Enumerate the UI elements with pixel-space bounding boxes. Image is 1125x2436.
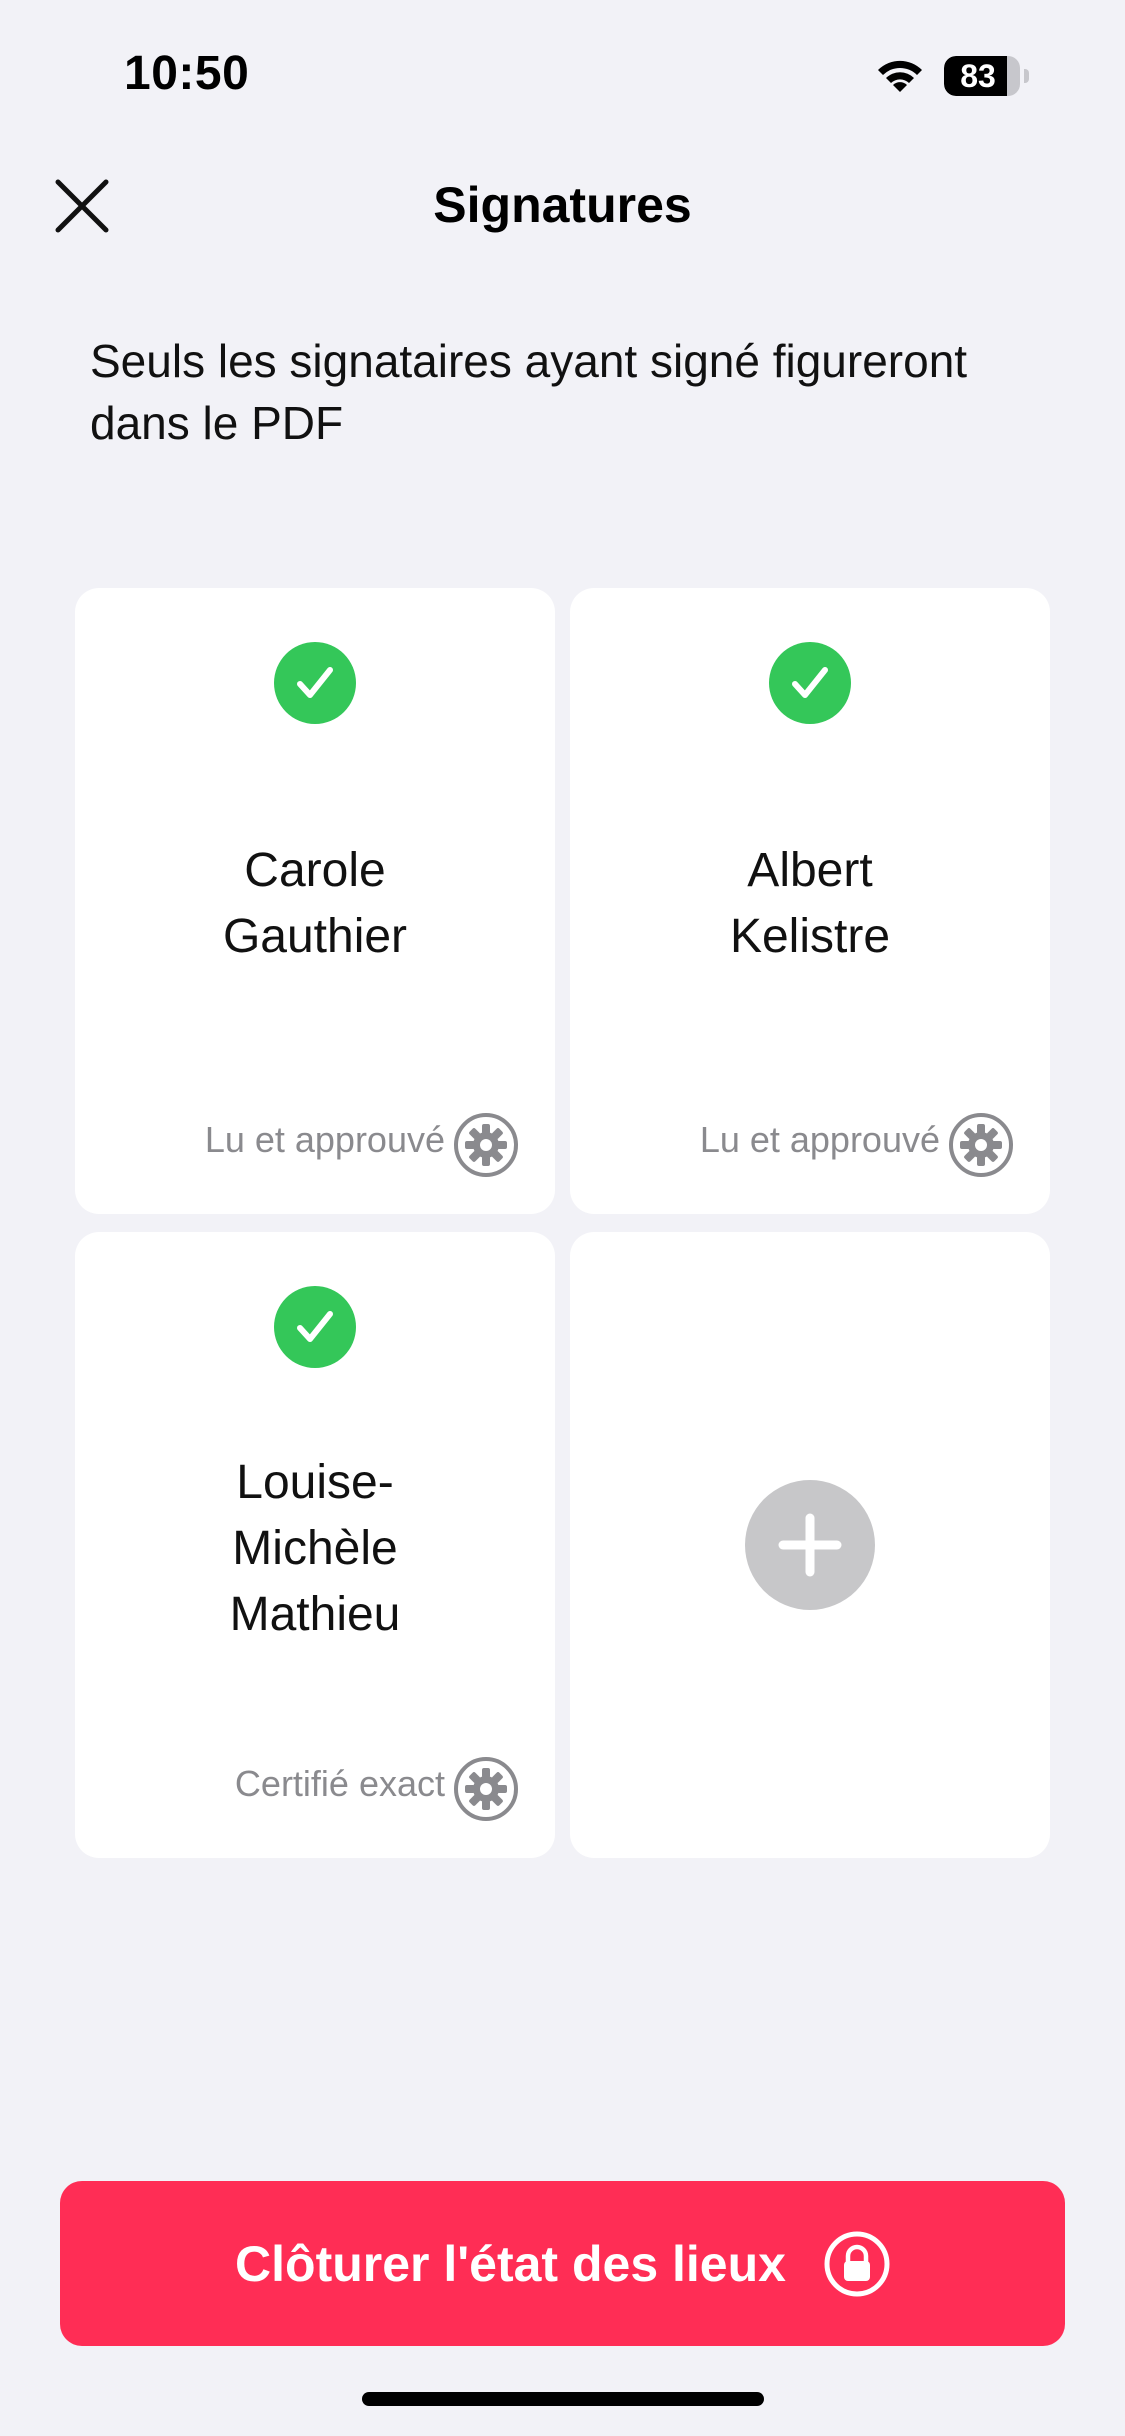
- signer-mention: Lu et approuvé: [699, 1119, 940, 1160]
- status-time: 10:50: [124, 47, 250, 100]
- gear-icon: [949, 1113, 1013, 1177]
- info-text: Seuls les signataires ayant signé figure…: [90, 335, 968, 449]
- battery-cap: [1024, 69, 1029, 83]
- close-report-label: Clôturer l'état des lieux: [235, 2235, 786, 2292]
- wifi-icon: [878, 60, 922, 92]
- add-signer-card[interactable]: [570, 1232, 1050, 1858]
- battery-indicator: 83: [944, 56, 1029, 96]
- signer-name: Albert Kelistre: [729, 844, 891, 963]
- close-report-button[interactable]: Clôturer l'état des lieux: [60, 2181, 1065, 2346]
- battery-body: 83: [944, 56, 1020, 96]
- signer-name: Carole Gauthier: [222, 844, 408, 963]
- check-icon: [274, 642, 356, 724]
- signer-name: Louise- Michèle Mathieu: [229, 1456, 401, 1641]
- signer-mention: Certifié exact: [234, 1763, 445, 1804]
- status-bar: 10:50 83: [0, 0, 1125, 150]
- gear-icon: [454, 1757, 518, 1821]
- signer-card[interactable]: Carole Gauthier Lu et approuvé: [75, 588, 555, 1214]
- plus-icon: [778, 1513, 842, 1577]
- home-indicator: [362, 2392, 764, 2406]
- add-signer-button[interactable]: [745, 1480, 875, 1610]
- signer-settings-button[interactable]: [453, 1112, 519, 1178]
- signer-card[interactable]: Louise- Michèle Mathieu Certifié exact: [75, 1232, 555, 1858]
- lock-icon: [824, 2231, 890, 2296]
- signer-mention: Lu et approuvé: [204, 1119, 445, 1160]
- signer-settings-button[interactable]: [948, 1112, 1014, 1178]
- signer-settings-button[interactable]: [453, 1756, 519, 1822]
- check-icon: [274, 1286, 356, 1368]
- gear-icon: [454, 1113, 518, 1177]
- battery-level: 83: [960, 58, 996, 94]
- signer-card[interactable]: Albert Kelistre Lu et approuvé: [570, 588, 1050, 1214]
- page-title: Signatures: [433, 177, 692, 233]
- check-icon: [769, 642, 851, 724]
